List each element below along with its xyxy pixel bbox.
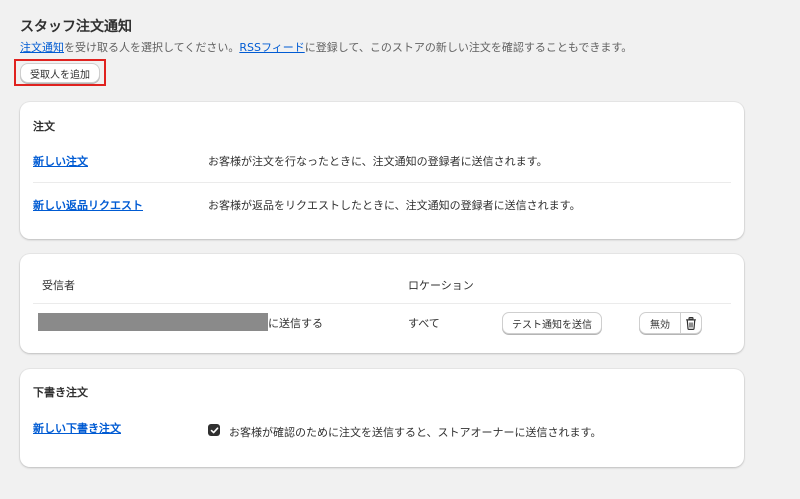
new-draft-order-link[interactable]: 新しい下書き注文 bbox=[33, 420, 121, 436]
draft-orders-card: 下書き注文 新しい下書き注文 お客様が確認のために注文を送信すると、ストアオーナ… bbox=[20, 369, 744, 467]
new-return-request-description: お客様が返品をリクエストしたときに、注文通知の登録者に送信されます。 bbox=[208, 199, 581, 212]
trash-icon bbox=[686, 316, 696, 330]
delete-button[interactable] bbox=[681, 313, 701, 333]
order-notification-link[interactable]: 注文通知 bbox=[20, 41, 64, 54]
new-order-description: お客様が注文を行なったときに、注文通知の登録者に送信されます。 bbox=[208, 155, 548, 168]
recipient-suffix: に送信する bbox=[268, 317, 323, 330]
new-order-link[interactable]: 新しい注文 bbox=[33, 153, 88, 169]
page-description: 注文通知を受け取る人を選択してください。RSSフィードに登録して、このストアの新… bbox=[20, 39, 632, 55]
recipient-action-group: 無効 bbox=[639, 312, 702, 334]
location-column-header: ロケーション bbox=[408, 279, 474, 292]
new-return-request-link[interactable]: 新しい返品リクエスト bbox=[33, 197, 143, 213]
draft-orders-heading: 下書き注文 bbox=[33, 386, 88, 399]
orders-card: 注文 新しい注文 お客様が注文を行なったときに、注文通知の登録者に送信されます。… bbox=[20, 102, 744, 239]
redacted-recipient-email bbox=[38, 313, 268, 331]
description-text-1: を受け取る人を選択してください。 bbox=[64, 41, 240, 54]
description-text-2: に登録して、このストアの新しい注文を確認することもできます。 bbox=[304, 41, 633, 54]
location-value: すべて bbox=[408, 317, 440, 330]
disable-button[interactable]: 無効 bbox=[640, 313, 681, 333]
rss-feed-link[interactable]: RSSフィード bbox=[239, 41, 304, 54]
row-divider bbox=[33, 182, 731, 183]
store-owner-notify-checkbox[interactable] bbox=[208, 424, 220, 436]
send-test-notification-button[interactable]: テスト通知を送信 bbox=[502, 312, 602, 334]
checkmark-icon bbox=[210, 426, 218, 433]
recipient-column-header: 受信者 bbox=[42, 279, 75, 292]
recipients-card: 受信者 ロケーション に送信する すべて テスト通知を送信 無効 bbox=[20, 254, 744, 353]
orders-heading: 注文 bbox=[33, 120, 55, 133]
add-recipient-button[interactable]: 受取人を追加 bbox=[20, 63, 100, 83]
header-divider bbox=[33, 303, 731, 304]
store-owner-notify-label: お客様が確認のために注文を送信すると、ストアオーナーに送信されます。 bbox=[229, 426, 602, 439]
page-title: スタッフ注文通知 bbox=[20, 19, 132, 35]
